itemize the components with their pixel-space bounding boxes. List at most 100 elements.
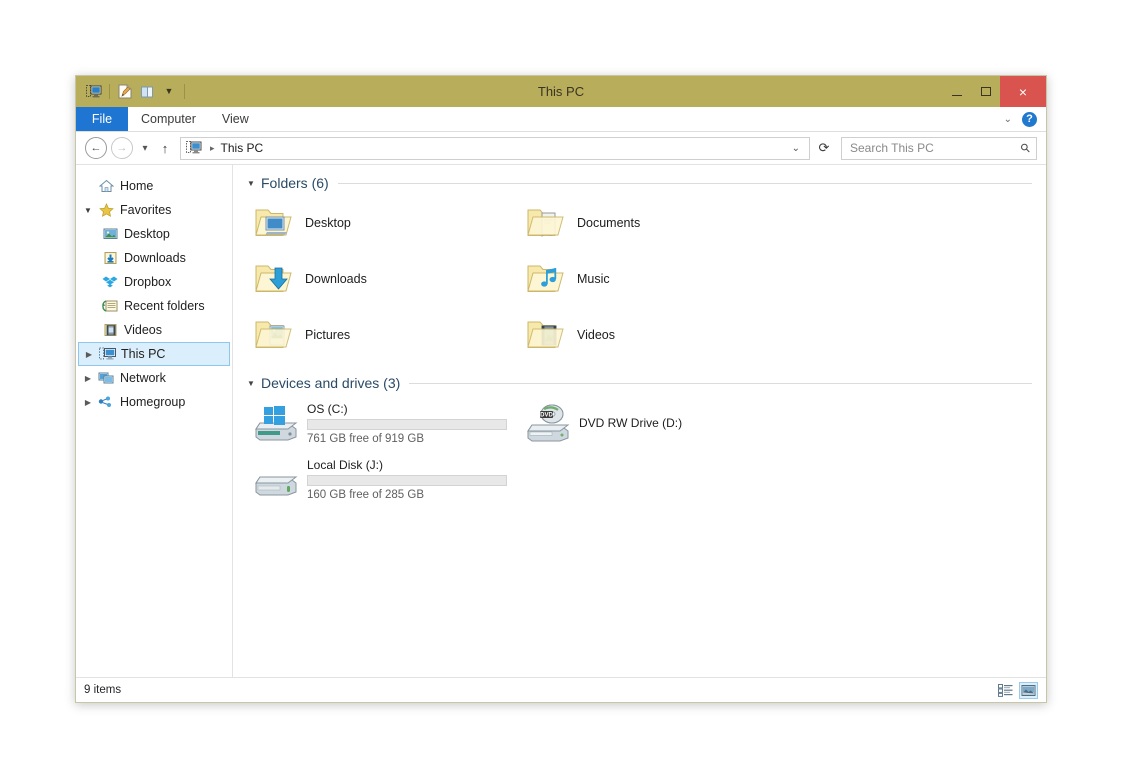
expand-ribbon-icon[interactable]: ⌄ [1004, 114, 1012, 125]
sidebar-item-label: Desktop [124, 227, 170, 241]
sidebar-item-label: Dropbox [124, 275, 172, 289]
file-list-pane[interactable]: ▼ Folders (6) Desktop Documents Download… [233, 165, 1046, 677]
sidebar-item-label: Recent folders [124, 299, 205, 313]
local-disk-icon [253, 457, 301, 501]
sidebar-item-network[interactable]: ▶ Network [76, 366, 232, 390]
list-item[interactable]: DVD DVD RW Drive (D:) [519, 395, 791, 451]
group-divider [337, 182, 1032, 184]
list-item[interactable]: Music [519, 251, 791, 307]
properties-icon[interactable] [114, 81, 136, 103]
folder-pictures-icon [253, 314, 295, 356]
forward-button[interactable]: → [111, 137, 133, 159]
folder-videos-icon [525, 314, 567, 356]
sidebar-item-label: This PC [121, 347, 166, 361]
folders-grid: Desktop Documents Downloads Music Pictur… [247, 195, 1032, 363]
chevron-collapsed-icon[interactable]: ▶ [81, 350, 97, 359]
chevron-down-icon: ▾ [142, 142, 148, 154]
group-title: Devices and drives (3) [261, 375, 401, 391]
drive-info: Local Disk (J:) 160 GB free of 285 GB [307, 458, 507, 501]
group-title: Folders (6) [261, 175, 329, 191]
arrow-up-icon: ↑ [161, 140, 169, 156]
window-title: This PC [537, 84, 585, 99]
sidebar-item-label: Favorites [120, 203, 172, 217]
this-pc-icon [97, 347, 117, 361]
sidebar-item-downloads[interactable]: Downloads [76, 246, 232, 270]
sidebar-item-this-pc[interactable]: ▶ This PC [78, 342, 230, 366]
sidebar-item-favorites[interactable]: ▼ Favorites [76, 198, 232, 222]
back-button[interactable]: ← [85, 137, 107, 159]
breadcrumb[interactable]: ▸ This PC ⌄ [180, 136, 810, 160]
large-icons-view-button[interactable] [1019, 681, 1038, 699]
tab-file[interactable]: File [76, 107, 128, 131]
qat-separator [109, 84, 110, 99]
drive-free-text: 761 GB free of 919 GB [307, 432, 424, 445]
help-icon[interactable]: ? [1022, 111, 1037, 127]
details-view-button[interactable] [996, 682, 1015, 699]
chevron-down-icon[interactable]: ▼ [158, 81, 180, 103]
list-item-label: Documents [577, 216, 641, 230]
drive-free-text: 160 GB free of 285 GB [307, 488, 424, 501]
sidebar-item-dropbox[interactable]: Dropbox [76, 270, 232, 294]
quick-access-toolbar: ▼ [76, 76, 189, 107]
breadcrumb-current[interactable]: This PC [221, 141, 264, 155]
search-input[interactable] [848, 140, 1022, 156]
list-item-label: Videos [577, 328, 615, 342]
window-controls: × [942, 76, 1046, 107]
homegroup-icon [96, 395, 116, 409]
close-button[interactable]: × [1000, 76, 1046, 107]
list-item-label: Desktop [305, 216, 351, 230]
home-icon [96, 179, 116, 193]
desktop-icon [100, 227, 120, 241]
maximize-button[interactable] [971, 76, 1000, 107]
chevron-expanded-icon[interactable]: ▼ [80, 206, 96, 215]
list-item-label: Pictures [305, 328, 351, 342]
capacity-bar [307, 474, 507, 486]
chevron-expanded-icon[interactable]: ▼ [247, 379, 261, 388]
group-divider [409, 382, 1032, 384]
minimize-button[interactable] [942, 76, 971, 107]
dropbox-icon [100, 275, 120, 289]
dvd-drive-icon: DVD [525, 401, 573, 445]
list-item[interactable]: Videos [519, 307, 791, 363]
list-item[interactable]: Pictures [247, 307, 519, 363]
address-bar: ← → ▾ ↑ ▸ This PC ⌄ ⟳ Search This PC ⚲ [76, 132, 1046, 164]
title-bar[interactable]: ▼ This PC × [76, 76, 1046, 107]
close-icon: × [1018, 83, 1028, 100]
new-folder-icon[interactable] [136, 81, 158, 103]
this-pc-icon [186, 141, 202, 155]
view-mode-buttons [996, 681, 1038, 699]
sidebar-item-desktop[interactable]: Desktop [76, 222, 232, 246]
ribbon-right-controls: ⌄ ? [1004, 107, 1046, 131]
list-item[interactable]: Desktop [247, 195, 519, 251]
breadcrumb-separator: ▸ [210, 142, 215, 153]
sidebar-item-home[interactable]: Home [76, 174, 232, 198]
up-button[interactable]: ↑ [155, 137, 175, 159]
sidebar-item-recent-folders[interactable]: Recent folders [76, 294, 232, 318]
list-item[interactable]: Documents [519, 195, 791, 251]
capacity-bar [307, 418, 507, 430]
refresh-button[interactable]: ⟳ [813, 137, 835, 160]
back-icon: ← [90, 142, 102, 154]
downloads-icon [100, 251, 120, 265]
list-item[interactable]: Local Disk (J:) 160 GB free of 285 GB [247, 451, 519, 507]
list-item[interactable]: Downloads [247, 251, 519, 307]
group-header-folders[interactable]: ▼ Folders (6) [247, 175, 1032, 191]
explorer-body: Home ▼ Favorites Desktop Downloads Dropb… [76, 164, 1046, 677]
recent-folders-icon [100, 299, 120, 313]
search-box[interactable]: ⚲ [841, 136, 1037, 160]
tab-computer[interactable]: Computer [128, 107, 209, 131]
chevron-expanded-icon[interactable]: ▼ [247, 179, 261, 188]
list-item[interactable]: OS (C:) 761 GB free of 919 GB [247, 395, 519, 451]
chevron-collapsed-icon[interactable]: ▶ [80, 398, 96, 407]
this-pc-icon[interactable] [83, 81, 105, 103]
breadcrumb-dropdown-icon[interactable]: ⌄ [792, 143, 804, 154]
tab-view[interactable]: View [209, 107, 262, 131]
file-explorer-window: ▼ This PC × File Computer View ⌄ ? ← → ▾… [75, 75, 1047, 703]
sidebar-item-homegroup[interactable]: ▶ Homegroup [76, 390, 232, 414]
chevron-collapsed-icon[interactable]: ▶ [80, 374, 96, 383]
videos-icon [100, 323, 120, 337]
group-header-devices[interactable]: ▼ Devices and drives (3) [247, 375, 1032, 391]
sidebar-item-label: Homegroup [120, 395, 186, 409]
recent-locations-button[interactable]: ▾ [137, 137, 153, 159]
sidebar-item-videos[interactable]: Videos [76, 318, 232, 342]
